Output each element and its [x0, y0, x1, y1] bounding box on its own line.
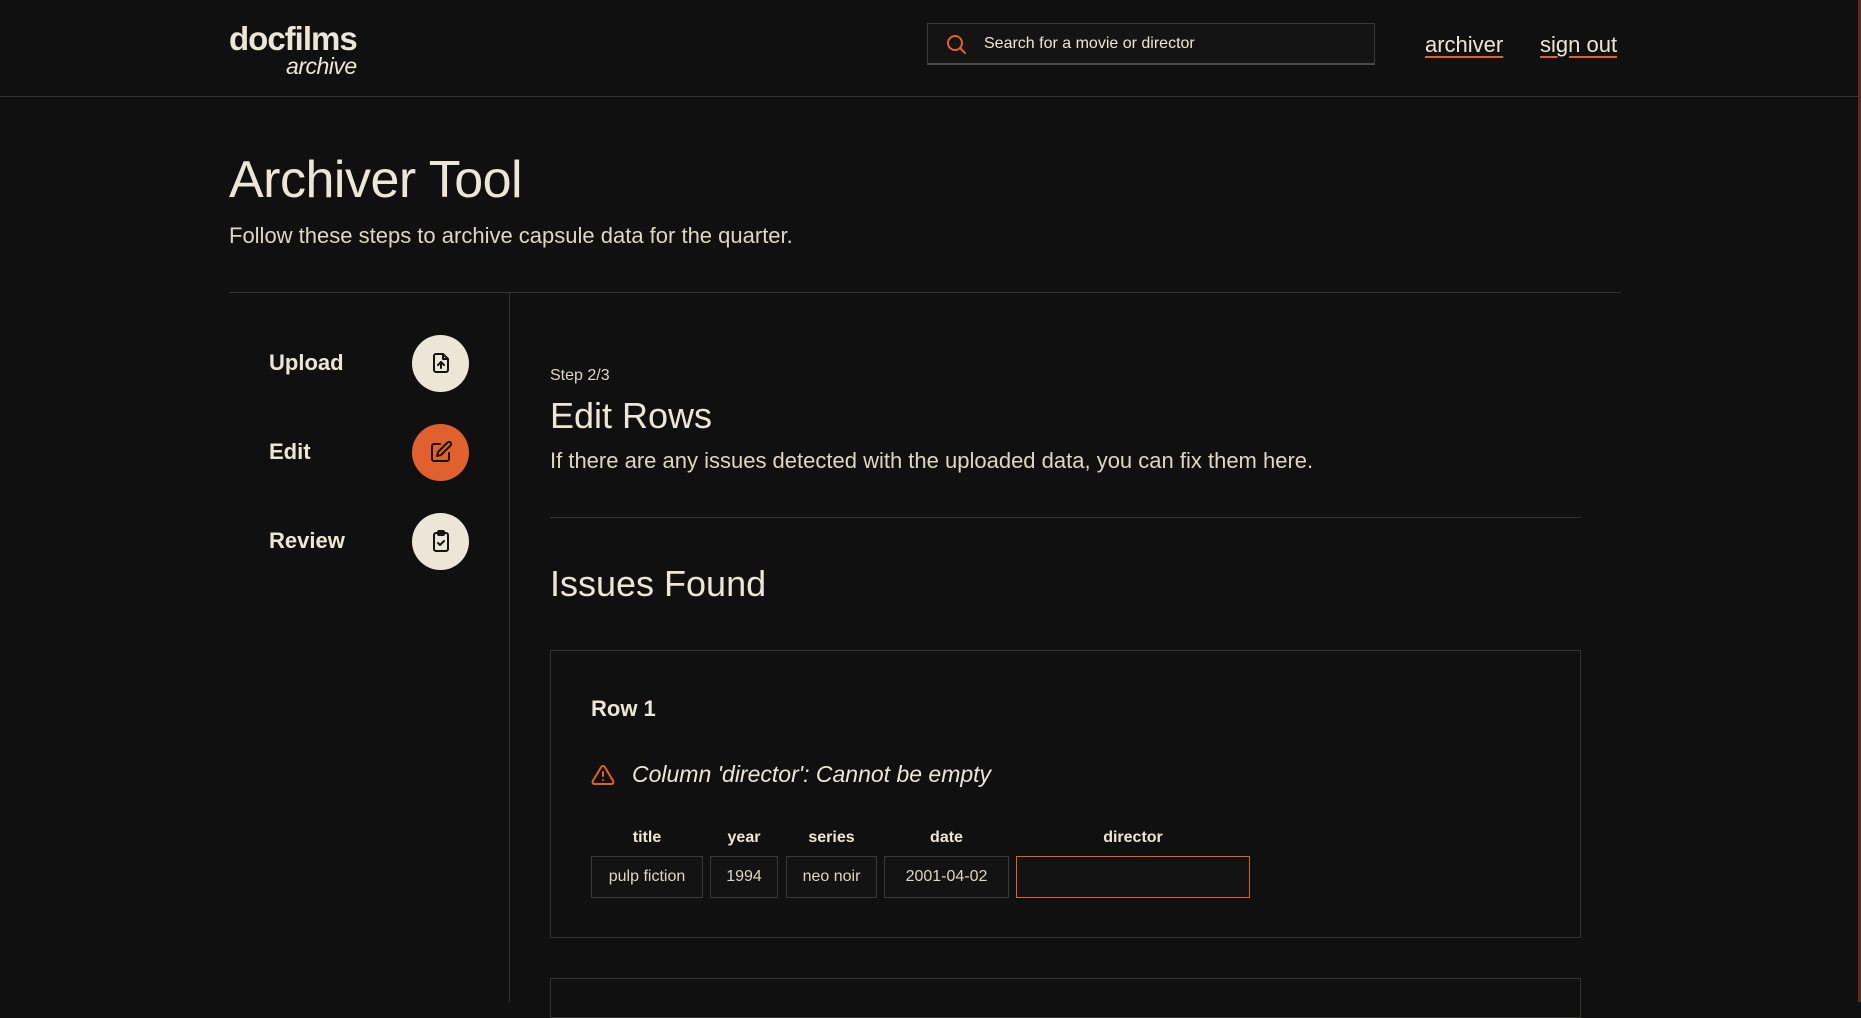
cell-director-input[interactable] [1016, 856, 1250, 898]
column-header-title: title [632, 829, 662, 846]
row-title: Row 1 [591, 696, 656, 721]
warning-icon [591, 764, 615, 785]
issue-card: Row 1 Column 'director': Cannot be empty… [550, 650, 1581, 938]
divider [229, 292, 1621, 293]
search-bar [927, 23, 1375, 65]
step-upload[interactable]: Upload [269, 334, 469, 392]
step-upload-button[interactable] [412, 334, 469, 392]
site-header: docfilms archive archiver sign out [0, 0, 1858, 97]
column-header-date: date [930, 829, 963, 846]
page-title: Archiver Tool [229, 151, 523, 209]
search-icon [947, 34, 966, 54]
cell-title-input[interactable] [591, 856, 703, 898]
sidebar-divider [509, 293, 510, 1002]
nav-sign-out-link[interactable]: sign out [1540, 32, 1617, 58]
file-upload-icon [432, 353, 449, 373]
cell-year-input[interactable] [710, 856, 778, 898]
column-header-year: year [727, 829, 761, 846]
edit-icon [430, 440, 452, 462]
step-review[interactable]: Review [269, 512, 469, 570]
issues-title: Issues Found [550, 563, 767, 604]
step-edit[interactable]: Edit [269, 423, 469, 481]
column-header-series: series [808, 829, 855, 846]
cell-series-input[interactable] [786, 856, 877, 898]
step-label: Review [269, 528, 345, 553]
section-title: Edit Rows [550, 395, 713, 436]
clipboard-check-icon [432, 530, 449, 552]
step-label: Upload [269, 350, 344, 375]
logo-main-text: docfilms [229, 20, 358, 57]
step-edit-button[interactable] [412, 423, 469, 481]
section-description: If there are any issues detected with th… [550, 448, 1314, 473]
issue-card [550, 978, 1581, 1018]
column-header-director: director [1103, 829, 1163, 846]
cell-date-input[interactable] [884, 856, 1009, 898]
page-subtitle: Follow these steps to archive capsule da… [229, 223, 793, 248]
warning-message: Column 'director': Cannot be empty [591, 761, 991, 788]
step-label: Edit [269, 439, 311, 464]
step-indicator: Step 2/3 [550, 367, 610, 384]
logo-sub-text: archive [286, 53, 357, 79]
divider [550, 517, 1581, 518]
search-input[interactable] [982, 33, 1366, 54]
nav-archiver-link[interactable]: archiver [1425, 32, 1503, 58]
logo[interactable]: docfilms archive [229, 20, 358, 79]
step-review-button[interactable] [412, 512, 469, 570]
warning-text: Column 'director': Cannot be empty [632, 761, 992, 787]
